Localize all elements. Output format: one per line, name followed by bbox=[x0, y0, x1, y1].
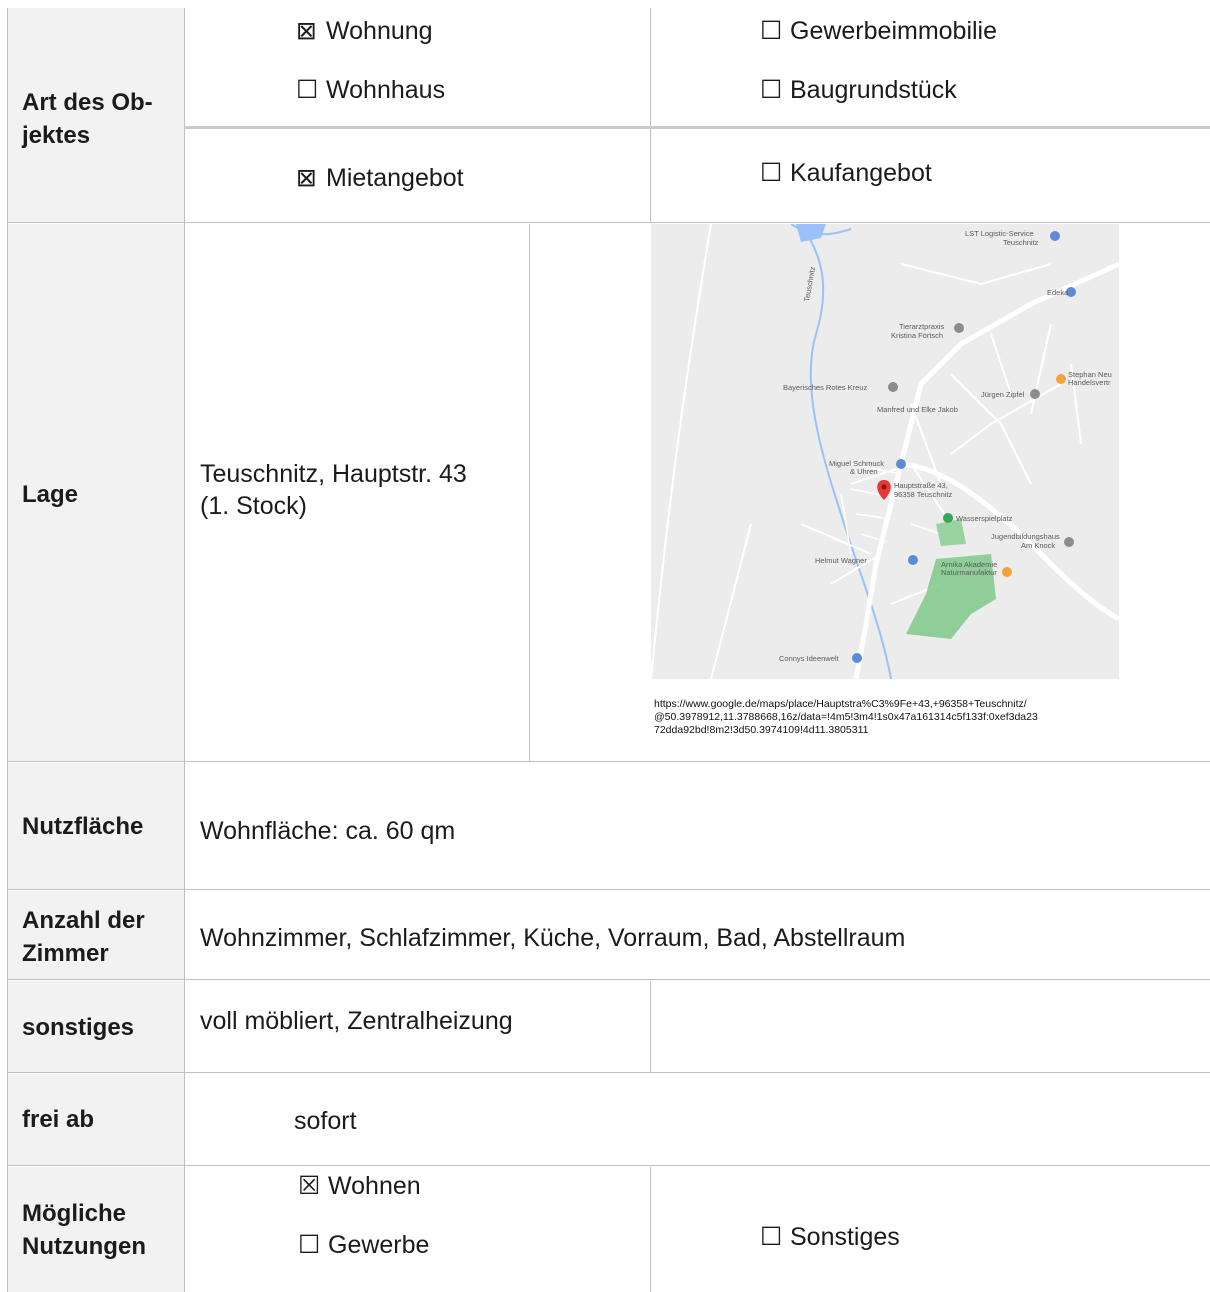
option-gewerbeimmobilie: ☐ Gewerbeimmobilie bbox=[760, 15, 997, 47]
option-label: Gewerbe bbox=[328, 1231, 430, 1259]
map-source-url: https://www.google.de/maps/place/Hauptst… bbox=[654, 698, 1038, 736]
nutz-label: Nutzfläche bbox=[22, 813, 144, 840]
checkbox-checked-icon: ☒ bbox=[298, 1172, 321, 1200]
nutz-value: Wohnfläche: ca. 60 qm bbox=[200, 817, 456, 845]
lage-label: Lage bbox=[22, 481, 79, 508]
map-label: Edeka bbox=[1047, 288, 1069, 297]
row-divider-3 bbox=[7, 889, 1210, 890]
option-kaufangebot: ☐ Kaufangebot bbox=[760, 157, 932, 189]
option-label: Mietangebot bbox=[326, 164, 464, 192]
map-label: LST Logistic-Service bbox=[965, 229, 1034, 238]
checkbox-checked-icon: ⊠ bbox=[296, 164, 317, 192]
option-wohnung: ⊠ Wohnung bbox=[296, 15, 433, 47]
option-wohnhaus: ☐ Wohnhaus bbox=[296, 74, 445, 106]
option-wohnen: ☒ Wohnen bbox=[298, 1170, 421, 1202]
map-label: Teuschnitz bbox=[1003, 238, 1039, 247]
frei-value: sofort bbox=[294, 1107, 357, 1135]
checkbox-unchecked-icon: ☐ bbox=[760, 76, 783, 104]
checkbox-checked-icon: ⊠ bbox=[296, 17, 317, 45]
zimmer-label: Anzahl der Zimmer bbox=[22, 907, 145, 967]
zimmer-value: Wohnzimmer, Schlafzimmer, Küche, Vorraum… bbox=[200, 924, 906, 952]
map-label: Hauptstraße 43, bbox=[894, 481, 948, 490]
checkbox-unchecked-icon: ☐ bbox=[298, 1231, 321, 1259]
row-divider-5 bbox=[7, 1072, 1210, 1073]
table-left-border bbox=[7, 8, 8, 1292]
row-divider-2 bbox=[7, 761, 1210, 762]
map-label: 96358 Teuschnitz bbox=[894, 490, 952, 499]
option-gewerbe: ☐ Gewerbe bbox=[298, 1229, 429, 1261]
nutzungen-label: Mögliche Nutzungen bbox=[22, 1200, 146, 1260]
row-divider-4 bbox=[7, 979, 1210, 980]
option-sonstiges: ☐ Sonstiges bbox=[760, 1221, 900, 1253]
map-label: Helmut Wagner bbox=[815, 556, 867, 565]
option-label: Wohnen bbox=[328, 1172, 421, 1200]
sonst-value: voll möbliert, Zentralheizung bbox=[200, 1007, 513, 1035]
map-label: Jürgen Zipfel bbox=[981, 390, 1025, 399]
map-label: Connys Ideenwelt bbox=[779, 654, 840, 663]
map-label: Manfred und Elke Jakob bbox=[877, 405, 958, 414]
map-label: Tierarztpraxis bbox=[899, 322, 944, 331]
map-label: Am Knock bbox=[1021, 541, 1055, 550]
map-label: Jugendbildungshaus bbox=[991, 532, 1060, 541]
option-label: Baugrundstück bbox=[790, 76, 957, 104]
map-label: Naturmanufaktur bbox=[941, 568, 997, 577]
location-map-image: LST Logistic-Service Teuschnitz Edeka Ti… bbox=[651, 224, 1119, 679]
checkbox-unchecked-icon: ☐ bbox=[296, 76, 319, 104]
lage-column-divider bbox=[529, 224, 530, 761]
sonst-column-divider bbox=[650, 981, 651, 1072]
row-divider-1 bbox=[7, 222, 1210, 223]
label-column-divider bbox=[184, 8, 185, 1292]
art-inner-divider bbox=[184, 126, 1210, 129]
address-line-2: (1. Stock) bbox=[200, 492, 307, 520]
option-label: Gewerbeimmobilie bbox=[790, 17, 998, 45]
option-label: Wohnhaus bbox=[326, 76, 446, 104]
address-line-1: Teuschnitz, Hauptstr. 43 bbox=[200, 460, 467, 488]
map-label: Handelsvertr bbox=[1068, 378, 1111, 387]
option-mietangebot: ⊠ Mietangebot bbox=[296, 162, 464, 194]
map-label: Kristina Förtsch bbox=[891, 331, 943, 340]
checkbox-unchecked-icon: ☐ bbox=[760, 1223, 783, 1251]
art-column-divider bbox=[650, 8, 651, 222]
row-divider-6 bbox=[7, 1165, 1210, 1166]
option-baugrundstueck: ☐ Baugrundstück bbox=[760, 74, 957, 106]
option-label: Kaufangebot bbox=[790, 159, 932, 187]
frei-label: frei ab bbox=[22, 1106, 95, 1133]
checkbox-unchecked-icon: ☐ bbox=[760, 17, 783, 45]
map-label: Bayerisches Rotes Kreuz bbox=[783, 383, 867, 392]
checkbox-unchecked-icon: ☐ bbox=[760, 159, 783, 187]
map-label: & Uhren bbox=[850, 467, 878, 476]
option-label: Wohnung bbox=[326, 17, 433, 45]
nutzungen-column-divider bbox=[650, 1167, 651, 1292]
sonst-label: sonstiges bbox=[22, 1014, 135, 1041]
option-label: Sonstiges bbox=[790, 1223, 900, 1251]
art-label: Art des Ob- jektes bbox=[22, 89, 153, 149]
map-label: Wasserspielplatz bbox=[956, 514, 1013, 523]
